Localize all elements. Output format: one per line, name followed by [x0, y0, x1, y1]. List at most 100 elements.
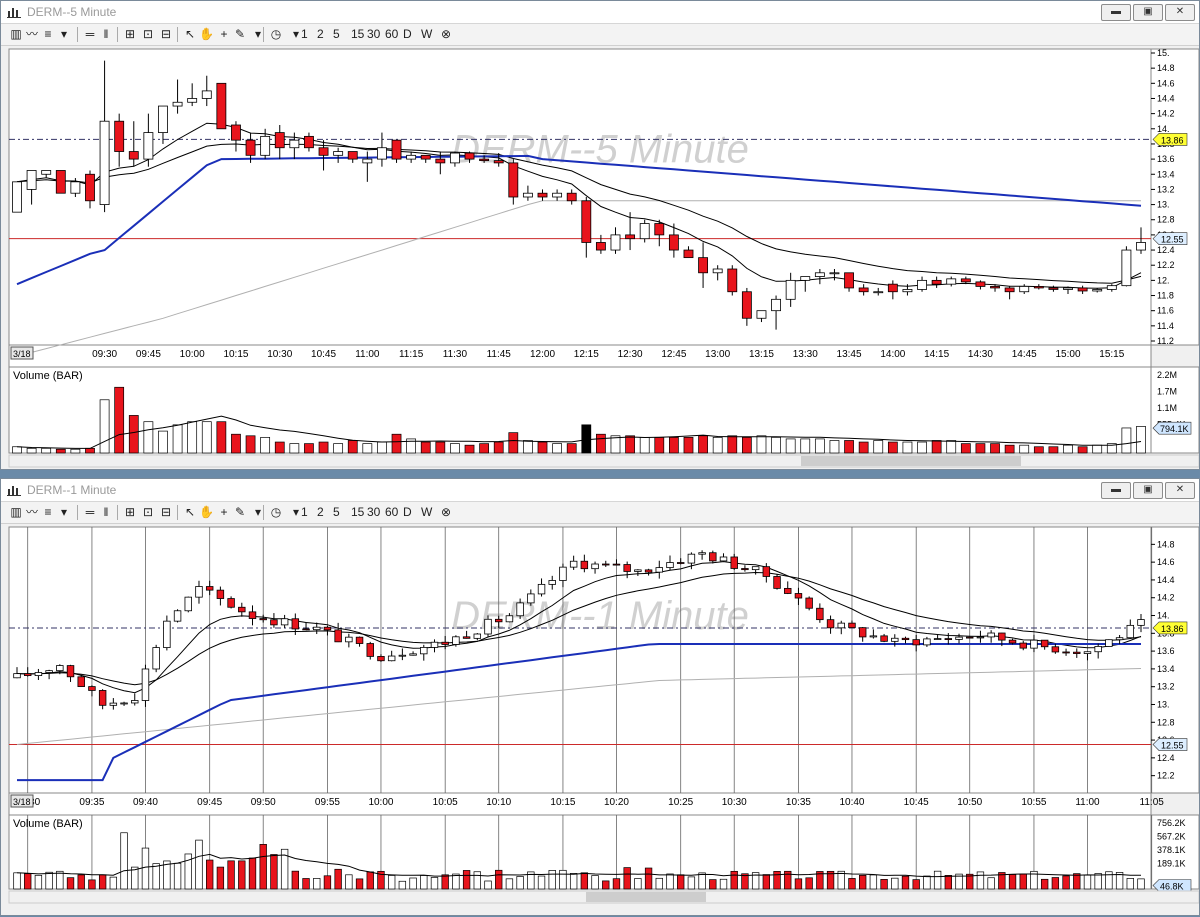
- zoom-in-icon[interactable]: ⊞: [123, 505, 137, 520]
- candle: [527, 593, 535, 604]
- volume-bar: [880, 879, 888, 890]
- interval-button-D[interactable]: D: [403, 505, 412, 520]
- window-titlebar[interactable]: DERM--1 Minute ▬ ▣ ✕: [1, 479, 1199, 502]
- chart-style-icon[interactable]: ≡: [41, 27, 55, 42]
- double-bars-icon[interactable]: ‖: [99, 27, 113, 42]
- candle: [712, 268, 723, 274]
- zoom-out-icon[interactable]: ⊟: [159, 27, 173, 42]
- volume-bar: [41, 447, 52, 454]
- dropdown-icon[interactable]: ▾: [57, 505, 71, 520]
- toolbar-separator: [177, 27, 178, 42]
- line-chart-icon[interactable]: 〰: [25, 27, 39, 42]
- chart-area-5min[interactable]: DERM--5 Minute 15. 14.8 14.6 14.4 14.2 14.13.8…: [1, 45, 1199, 471]
- close-circle-icon[interactable]: ⊗: [441, 27, 451, 42]
- double-bars-icon[interactable]: ‖: [99, 505, 113, 520]
- bars-icon[interactable]: ═: [83, 505, 97, 520]
- x-tick-label: 15:15: [1099, 349, 1124, 360]
- close-button[interactable]: ✕: [1165, 482, 1195, 499]
- x-tick-label: 11:30: [443, 349, 468, 360]
- candle: [987, 632, 995, 638]
- candle: [805, 597, 813, 609]
- toolbar-separator: [263, 27, 264, 42]
- close-circle-icon[interactable]: ⊗: [441, 505, 451, 520]
- volume-bar: [173, 862, 182, 890]
- volume-bar: [639, 436, 650, 454]
- candle: [13, 673, 21, 679]
- candle: [719, 556, 728, 562]
- interval-button-2[interactable]: 2: [317, 505, 324, 520]
- candle: [1073, 651, 1081, 654]
- clock-icon[interactable]: ◷: [269, 27, 283, 42]
- candle: [333, 151, 344, 156]
- volume-bar: [1033, 446, 1044, 454]
- minimize-button[interactable]: ▬: [1101, 4, 1131, 21]
- x-tick-label: 12:15: [574, 349, 599, 360]
- volume-bar: [70, 448, 81, 454]
- candle: [516, 602, 524, 617]
- chart-style-icon[interactable]: ≡: [41, 505, 55, 520]
- interval-button-5[interactable]: 5: [333, 505, 340, 520]
- close-button[interactable]: ✕: [1165, 4, 1195, 21]
- interval-button-1[interactable]: 1: [301, 27, 308, 42]
- interval-button-W[interactable]: W: [421, 27, 432, 42]
- interval-button-15[interactable]: 15: [351, 505, 364, 520]
- pencil-icon[interactable]: ✎: [233, 505, 247, 520]
- volume-bar: [771, 436, 781, 454]
- interval-button-2[interactable]: 2: [317, 27, 324, 42]
- candle: [409, 653, 417, 656]
- scrollbar-thumb[interactable]: [586, 892, 706, 902]
- candle: [12, 181, 22, 213]
- volume-bar: [625, 435, 635, 454]
- interval-button-60[interactable]: 60: [385, 505, 398, 520]
- candle: [676, 562, 685, 564]
- crosshair-icon[interactable]: +: [217, 505, 231, 520]
- bar-chart-icon[interactable]: ▥: [9, 27, 23, 42]
- volume-bar: [917, 441, 927, 454]
- bar-chart-icon[interactable]: ▥: [9, 505, 23, 520]
- volume-bar: [1008, 874, 1017, 890]
- maximize-button[interactable]: ▣: [1133, 482, 1163, 499]
- hand-icon[interactable]: ✋: [199, 27, 214, 42]
- volume-bar: [805, 877, 813, 890]
- crosshair-icon[interactable]: +: [217, 27, 231, 42]
- zoom-fit-icon[interactable]: ⊡: [141, 505, 155, 520]
- chart-area-1min[interactable]: DERM--1 Minute14.814.614.414.214.13.813.…: [1, 523, 1199, 917]
- candle: [1094, 646, 1102, 653]
- volume-bar: [873, 440, 884, 454]
- volume-bar: [24, 873, 32, 890]
- candle: [683, 249, 694, 259]
- candle: [1092, 289, 1103, 292]
- interval-button-60[interactable]: 60: [385, 27, 398, 42]
- volume-bar: [523, 440, 533, 454]
- window-titlebar[interactable]: DERM--5 Minute ▬ ▣ ✕: [1, 1, 1199, 24]
- candle: [902, 289, 913, 293]
- interval-button-30[interactable]: 30: [367, 505, 380, 520]
- chart-watermark: DERM--5 Minute: [451, 127, 749, 171]
- hand-icon[interactable]: ✋: [199, 505, 214, 520]
- zoom-fit-icon[interactable]: ⊡: [141, 27, 155, 42]
- candle: [302, 628, 310, 631]
- pointer-icon[interactable]: ↖: [183, 27, 197, 42]
- volume-bar: [569, 873, 578, 890]
- volume-bar: [347, 440, 358, 454]
- zoom-in-icon[interactable]: ⊞: [123, 27, 137, 42]
- maximize-button[interactable]: ▣: [1133, 4, 1163, 21]
- interval-button-15[interactable]: 15: [351, 27, 364, 42]
- interval-button-W[interactable]: W: [421, 505, 432, 520]
- bars-icon[interactable]: ═: [83, 27, 97, 42]
- scrollbar-thumb[interactable]: [801, 456, 1021, 466]
- line-chart-icon[interactable]: 〰: [25, 505, 39, 520]
- dropdown-icon[interactable]: ▾: [57, 27, 71, 42]
- interval-button-30[interactable]: 30: [367, 27, 380, 42]
- interval-button-1[interactable]: 1: [301, 505, 308, 520]
- volume-bar: [537, 875, 546, 890]
- pointer-icon[interactable]: ↖: [183, 505, 197, 520]
- volume-bar: [960, 443, 971, 454]
- minimize-button[interactable]: ▬: [1101, 482, 1131, 499]
- clock-icon[interactable]: ◷: [269, 505, 283, 520]
- pencil-icon[interactable]: ✎: [233, 27, 247, 42]
- zoom-out-icon[interactable]: ⊟: [159, 505, 173, 520]
- volume-bar: [1048, 446, 1059, 454]
- interval-button-D[interactable]: D: [403, 27, 412, 42]
- interval-button-5[interactable]: 5: [333, 27, 340, 42]
